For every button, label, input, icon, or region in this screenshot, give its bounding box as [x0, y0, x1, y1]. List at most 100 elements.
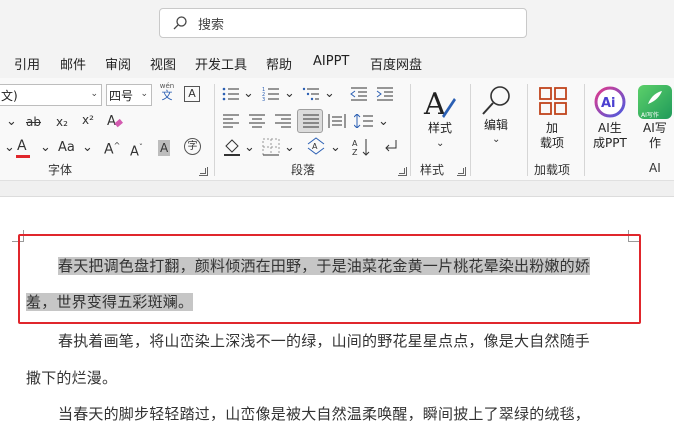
show-marks-icon[interactable] [382, 138, 398, 161]
styles-dialog-launcher-icon[interactable] [457, 167, 466, 176]
ai-writing-label-line1[interactable]: AI写 [643, 121, 667, 136]
enclose-char-button[interactable]: 字 [184, 138, 201, 155]
grow-font-glyph: A [104, 141, 114, 158]
phonetic-guide-button[interactable]: wén 文 [158, 82, 176, 102]
ribbon-shadow [0, 181, 674, 197]
borders-icon[interactable] [262, 138, 280, 161]
tab-help[interactable]: 帮助 [266, 54, 292, 73]
tab-view[interactable]: 视图 [150, 54, 176, 73]
styles-button-label[interactable]: 样式 [428, 121, 452, 136]
search-box[interactable]: 搜索 [159, 8, 527, 38]
chevron-down-icon[interactable]: ⌄ [243, 86, 254, 102]
styles-group-label: 样式 [420, 163, 445, 177]
decrease-indent-icon[interactable] [350, 86, 368, 107]
svg-text:A: A [423, 87, 446, 122]
paragraph-line[interactable]: 当春天的脚步轻轻踏过，山峦像是被大自然温柔唤醒，瞬间披上了翠绿的绒毯， [58, 403, 590, 424]
addins-label-line2[interactable]: 载项 [540, 136, 564, 151]
paint-bucket-icon[interactable] [222, 138, 242, 161]
chevron-down-icon: ⌄ [90, 89, 98, 99]
search-icon [173, 16, 187, 30]
chevron-down-icon[interactable]: ⌄ [82, 140, 93, 156]
editing-button-label[interactable]: 编辑 [484, 118, 508, 133]
tab-references[interactable]: 引用 [14, 54, 40, 73]
svg-text:3: 3 [262, 97, 265, 102]
svg-text:A: A [107, 114, 116, 129]
menu-bar: 引用 邮件 审阅 视图 开发工具 帮助 AIPPT 百度网盘 [0, 46, 674, 78]
superscript-button[interactable]: x² [82, 112, 94, 128]
tab-baidu-netdisk[interactable]: 百度网盘 [370, 54, 422, 73]
tab-mailings[interactable]: 邮件 [60, 54, 86, 73]
char-shading-button[interactable]: A [158, 140, 171, 156]
divider [584, 84, 585, 176]
ai-generate-label-line1[interactable]: AI生 [598, 121, 622, 136]
chevron-down-icon[interactable]: ⌄ [40, 140, 51, 156]
align-left-icon[interactable] [222, 114, 240, 133]
distributed-align-icon[interactable] [328, 114, 346, 133]
line-spacing-icon[interactable] [353, 113, 374, 133]
tab-developer[interactable]: 开发工具 [195, 54, 247, 73]
chevron-down-icon[interactable]: ⌄ [4, 140, 15, 156]
addins-label-line1[interactable]: 加 [546, 121, 558, 136]
clear-formatting-icon[interactable]: A [106, 112, 124, 135]
numbering-icon[interactable]: 123 [262, 86, 280, 107]
tab-aippt[interactable]: AIPPT [313, 54, 349, 69]
font-size-select[interactable]: 四号 ⌄ [106, 84, 152, 106]
font-color-button[interactable]: A [16, 138, 30, 158]
justify-icon [303, 114, 319, 128]
title-bar: 搜索 [0, 0, 674, 46]
justify-button[interactable] [297, 109, 323, 133]
multilevel-list-icon[interactable] [302, 86, 320, 107]
chevron-down-icon[interactable]: ⌄ [378, 114, 389, 130]
chevron-down-icon[interactable]: ⌄ [6, 114, 17, 130]
paragraph-group-label: 段落 [291, 163, 316, 177]
chevron-down-icon[interactable]: ⌄ [324, 86, 335, 102]
chevron-down-icon[interactable]: ⌄ [244, 140, 255, 156]
font-name-value: 文) [1, 88, 18, 103]
shrink-font-glyph: A [130, 144, 139, 160]
divider [470, 84, 471, 176]
chevron-down-icon[interactable]: ⌄ [330, 140, 341, 156]
svg-text:A: A [352, 139, 358, 148]
chevron-down-icon[interactable]: ⌄ [284, 140, 295, 156]
divider [214, 84, 215, 176]
phonetic-char: 文 [161, 89, 173, 102]
change-case-button[interactable]: Aa [58, 140, 75, 156]
chevron-down-icon[interactable]: ⌄ [284, 86, 295, 102]
subscript-button[interactable]: x₂ [56, 114, 68, 130]
search-placeholder: 搜索 [198, 17, 225, 33]
chevron-down-icon: ⌄ [140, 89, 148, 99]
align-right-icon[interactable] [274, 114, 292, 133]
bullets-icon[interactable] [222, 86, 240, 107]
ribbon: 文) ⌄ 四号 ⌄ wén 文 A ⌄ ab x₂ x² A ⌄ A ⌄ Aa … [0, 78, 674, 181]
svg-text:Z: Z [352, 148, 358, 156]
paragraph-dialog-launcher-icon[interactable] [398, 167, 407, 176]
grow-font-button[interactable]: A^ [104, 138, 120, 158]
font-group-label: 字体 [48, 163, 73, 177]
ai-generate-label-line2[interactable]: 成PPT [593, 136, 627, 151]
addins-group-label: 加载项 [534, 163, 571, 177]
chevron-down-icon[interactable]: ⌄ [492, 132, 500, 148]
font-color-bar [16, 155, 30, 158]
align-center-icon[interactable] [248, 114, 266, 133]
font-size-value: 四号 [109, 88, 134, 103]
char-border-button[interactable]: A [184, 86, 200, 102]
increase-indent-icon[interactable] [376, 86, 394, 107]
shrink-font-button[interactable]: Aˇ [130, 140, 143, 160]
sort-icon[interactable]: AZ [352, 138, 372, 161]
ai-writing-label-line2[interactable]: 作 [649, 136, 661, 151]
strikethrough-button[interactable]: ab [26, 114, 41, 130]
svg-text:A: A [312, 142, 318, 151]
paragraph-line[interactable]: 撒下的烂漫。 [26, 367, 117, 388]
selection-highlight-box [18, 234, 641, 324]
font-dialog-launcher-icon[interactable] [199, 167, 208, 176]
addins-icon[interactable] [538, 86, 568, 121]
chevron-down-icon[interactable]: ⌄ [436, 136, 444, 152]
ai-generate-ppt-icon[interactable]: Ai [594, 86, 626, 118]
divider [410, 84, 411, 176]
tab-review[interactable]: 审阅 [105, 54, 131, 73]
ai-writing-icon[interactable]: AI写作 [638, 85, 672, 119]
paragraph-line[interactable]: 春执着画笔，将山峦染上深浅不一的绿，山间的野花星星点点，像是大自然随手 [58, 330, 590, 351]
font-name-select[interactable]: 文) ⌄ [0, 84, 102, 106]
ai-group-label: AI [649, 161, 661, 175]
chinese-layout-icon[interactable]: A [306, 136, 328, 161]
